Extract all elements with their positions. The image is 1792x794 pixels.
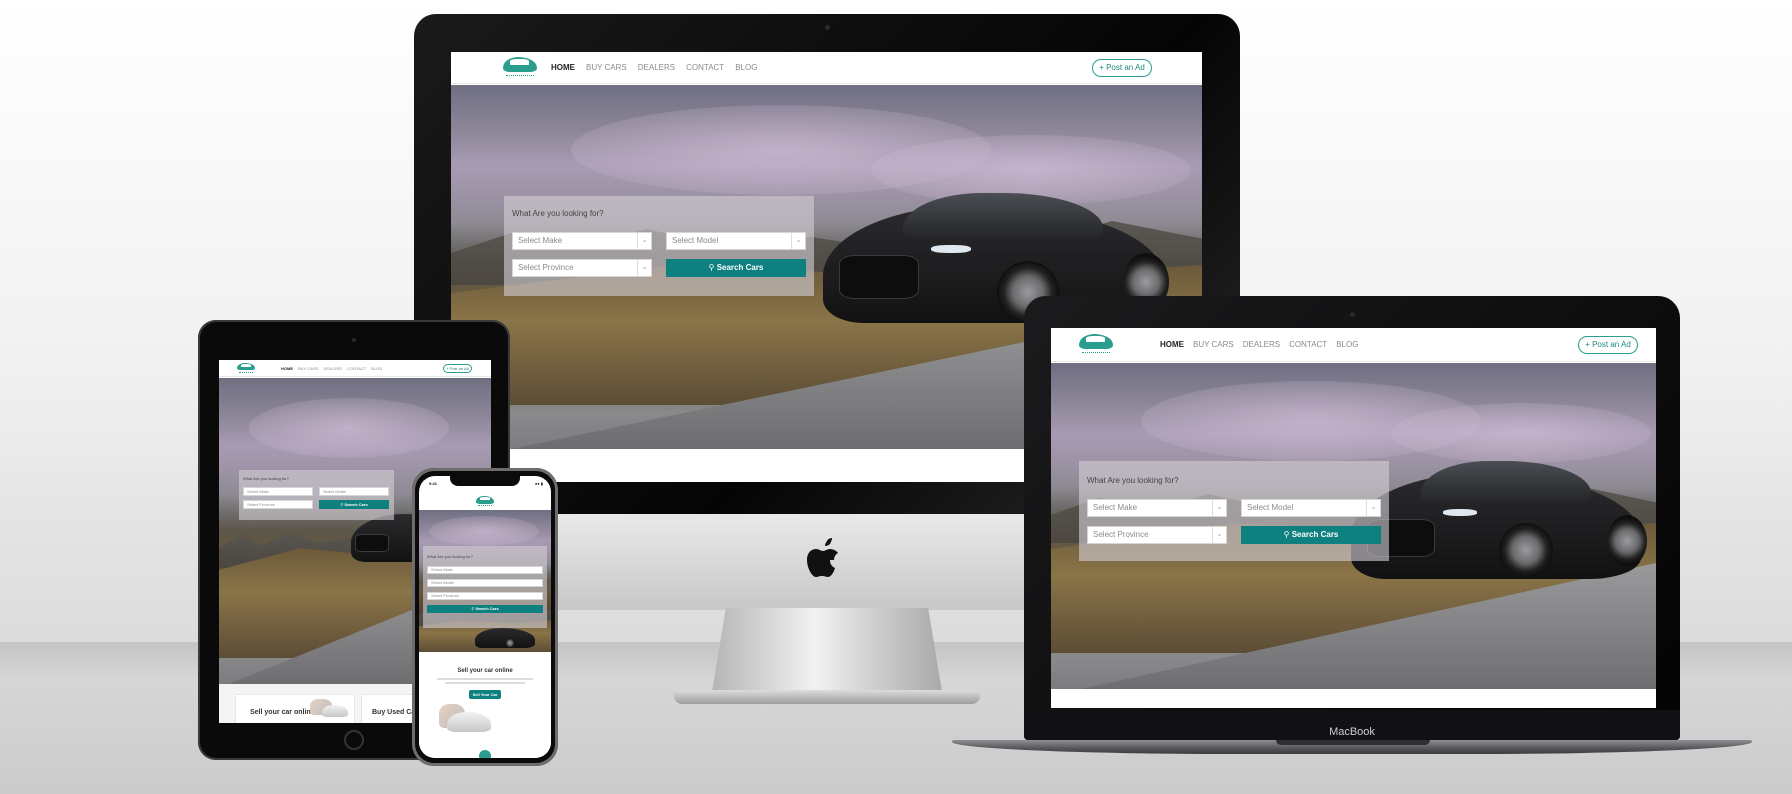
nav-dealers[interactable]: DEALERS	[323, 366, 342, 371]
brand-logo[interactable]	[503, 56, 537, 79]
search-icon: ⚲	[471, 606, 475, 611]
search-title: What Are you looking for?	[243, 476, 289, 481]
ipad-camera	[352, 338, 356, 342]
macbook-hinge-notch	[1276, 740, 1430, 745]
apple-logo-icon	[807, 538, 838, 577]
nav-links: HOME BUY CARS DEALERS CONTACT BLOG	[1160, 340, 1358, 349]
macbook-screen: HOME BUY CARS DEALERS CONTACT BLOG + Pos…	[1051, 328, 1656, 708]
nav-buy-cars[interactable]: BUY CARS	[586, 63, 627, 72]
ipad-navbar: HOME BUY CARS DEALERS CONTACT BLOG + Pos…	[219, 360, 491, 377]
imac-navbar: HOME BUY CARS DEALERS CONTACT BLOG + Pos…	[451, 52, 1202, 84]
search-panel: What Are you looking for? Select Make ⌄ …	[1079, 461, 1389, 561]
select-province[interactable]: Select Province ⌄	[512, 259, 652, 277]
scroll-to-top-button[interactable]	[479, 750, 491, 758]
post-ad-button[interactable]: + Post an Ad	[1578, 336, 1638, 354]
macbook-navbar: HOME BUY CARS DEALERS CONTACT BLOG + Pos…	[1051, 328, 1656, 362]
sell-section-title: Sell your car online	[457, 668, 513, 674]
select-model[interactable]: Select Model	[427, 579, 543, 587]
select-province[interactable]: Select Province	[243, 500, 313, 509]
ipad-home-button	[344, 730, 364, 750]
status-time: 9:41	[429, 481, 438, 486]
nav-dealers[interactable]: DEALERS	[638, 63, 675, 72]
nav-contact[interactable]: CONTACT	[347, 366, 366, 371]
post-ad-button[interactable]: + Post an Ad	[443, 364, 472, 373]
search-title: What Are you looking for?	[512, 209, 604, 218]
macbook-label: MacBook	[1329, 726, 1375, 738]
search-cars-button[interactable]: ⚲ Search Cars	[427, 605, 543, 613]
search-icon: ⚲	[340, 502, 344, 507]
select-make[interactable]: Select Make	[427, 566, 543, 574]
macbook-camera	[1350, 312, 1355, 317]
sell-your-car-button[interactable]: Sell Your Car	[469, 690, 501, 699]
search-icon: ⚲	[1283, 530, 1290, 539]
search-title: What Are you looking for?	[427, 554, 473, 559]
select-make[interactable]: Select Make	[243, 487, 313, 496]
search-title: What Are you looking for?	[1087, 476, 1179, 485]
select-province[interactable]: Select Province	[427, 592, 543, 600]
select-make[interactable]: Select Make ⌄	[1087, 499, 1227, 517]
chevron-down-icon: ⌄	[791, 233, 805, 249]
nav-buy-cars[interactable]: BUY CARS	[298, 366, 318, 371]
select-model[interactable]: Select Model ⌄	[1241, 499, 1381, 517]
brand-logo[interactable]	[476, 496, 494, 507]
search-panel: What Are you looking for? Select Make Se…	[423, 546, 547, 628]
select-model[interactable]: Select Model	[319, 487, 389, 496]
nav-home[interactable]: HOME	[1160, 340, 1184, 349]
search-panel: What Are you looking for? Select Make Se…	[239, 470, 394, 520]
brand-logo[interactable]	[237, 362, 255, 374]
nav-blog[interactable]: BLOG	[1336, 340, 1358, 349]
nav-home[interactable]: HOME	[551, 63, 575, 72]
search-cars-button[interactable]: ⚲ Search Cars	[1241, 526, 1381, 544]
sell-car-card-title: Sell your car online	[250, 709, 315, 716]
search-cars-button[interactable]: ⚲ Search Cars	[319, 500, 389, 509]
chevron-down-icon: ⌄	[637, 233, 651, 249]
chevron-down-icon: ⌄	[1212, 500, 1226, 516]
chevron-down-icon: ⌄	[1212, 527, 1226, 543]
chevron-down-icon: ⌄	[637, 260, 651, 276]
imac-stand	[712, 608, 942, 692]
nav-blog[interactable]: BLOG	[735, 63, 757, 72]
brand-logo[interactable]	[1079, 333, 1113, 356]
search-icon: ⚲	[708, 263, 715, 272]
search-panel: What Are you looking for? Select Make ⌄ …	[504, 196, 814, 296]
chevron-down-icon: ⌄	[1366, 500, 1380, 516]
select-province[interactable]: Select Province ⌄	[1087, 526, 1227, 544]
select-make[interactable]: Select Make ⌄	[512, 232, 652, 250]
nav-links: HOME BUY CARS DEALERS CONTACT BLOG	[281, 366, 382, 371]
nav-dealers[interactable]: DEALERS	[1243, 340, 1280, 349]
nav-blog[interactable]: BLOG	[371, 366, 382, 371]
search-cars-button[interactable]: ⚲ Search Cars	[666, 259, 806, 277]
imac-camera	[825, 25, 830, 30]
nav-buy-cars[interactable]: BUY CARS	[1193, 340, 1234, 349]
select-model[interactable]: Select Model ⌄	[666, 232, 806, 250]
post-ad-button[interactable]: + Post an Ad	[1092, 59, 1152, 77]
iphone-screen: 9:41 ●● ▮ What Are you looking for? Sele…	[419, 476, 551, 758]
imac-base	[674, 690, 980, 704]
iphone-notch	[450, 476, 520, 486]
nav-contact[interactable]: CONTACT	[1289, 340, 1327, 349]
sell-car-card[interactable]: Sell your car online	[235, 694, 355, 723]
nav-links: HOME BUY CARS DEALERS CONTACT BLOG	[551, 63, 757, 72]
sell-section: Sell your car online Sell Your Car	[419, 652, 551, 758]
status-icons: ●● ▮	[534, 481, 543, 486]
nav-home[interactable]: HOME	[281, 366, 293, 371]
nav-contact[interactable]: CONTACT	[686, 63, 724, 72]
